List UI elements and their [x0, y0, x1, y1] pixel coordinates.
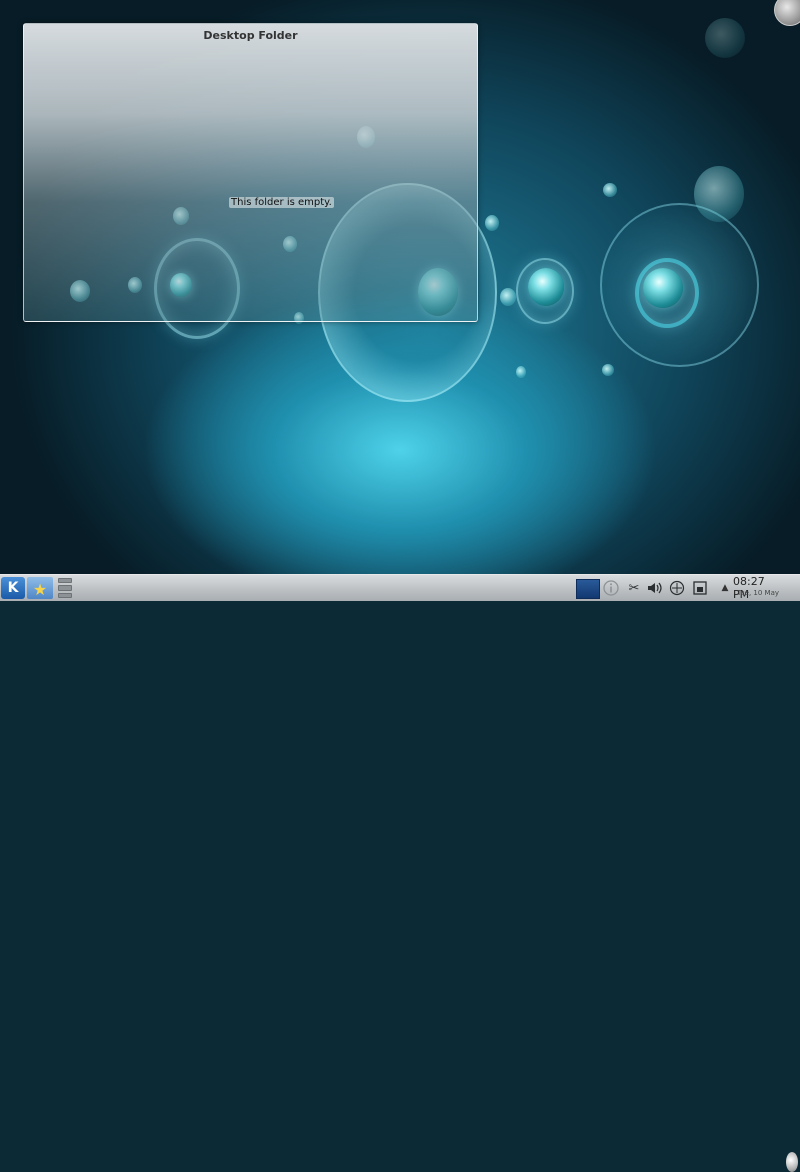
device-notifier-icon[interactable]	[691, 578, 709, 598]
folder-widget-title: Desktop Folder	[203, 29, 298, 42]
handle-bar	[58, 592, 72, 598]
taskbar-panel: K ★ ✂ ▲	[0, 574, 800, 1172]
desktop-background[interactable]: Desktop Folder This folder is empty.	[0, 0, 800, 574]
virtual-desktop-pager[interactable]	[576, 579, 600, 599]
handle-bar	[58, 578, 72, 584]
clock-time[interactable]: 08:27 PM	[733, 575, 783, 601]
dot-decoration	[500, 288, 516, 306]
dot-decoration	[485, 215, 499, 231]
orb-decoration	[643, 268, 683, 308]
volume-icon[interactable]	[646, 578, 664, 598]
panel-toolbox-icon[interactable]	[786, 1152, 798, 1172]
desktop-folder-widget[interactable]: Desktop Folder This folder is empty.	[23, 23, 478, 322]
dot-decoration	[694, 166, 744, 222]
info-icon[interactable]	[602, 578, 620, 598]
handle-bar	[58, 585, 72, 591]
folder-empty-message: This folder is empty.	[229, 197, 334, 208]
clock-date[interactable]: Tue, 10 May	[737, 589, 787, 597]
orb-decoration	[528, 268, 564, 306]
star-icon: ★	[32, 580, 48, 599]
dot-decoration	[516, 366, 526, 378]
dot-decoration	[602, 364, 614, 376]
scissors-icon[interactable]: ✂	[625, 578, 643, 598]
dot-decoration	[603, 183, 617, 197]
kde-logo-icon[interactable]: K	[1, 577, 25, 599]
dot-decoration	[705, 18, 745, 58]
star-folder-icon[interactable]: ★	[27, 577, 53, 599]
chevron-up-icon[interactable]: ▲	[716, 578, 734, 598]
network-icon[interactable]	[668, 578, 686, 598]
panel-handle[interactable]	[58, 577, 72, 599]
desktop-toolbox-icon[interactable]	[774, 0, 800, 26]
